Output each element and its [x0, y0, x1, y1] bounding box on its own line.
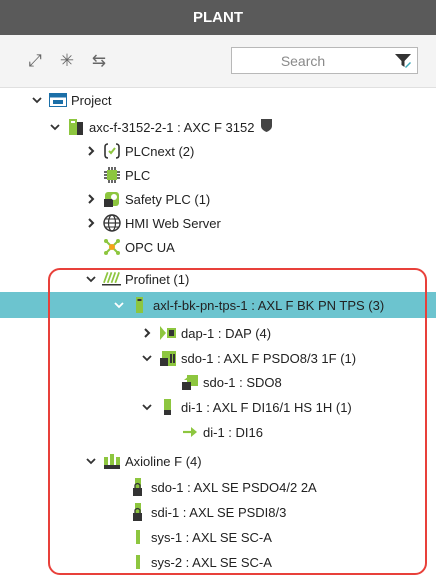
tree-item-label: HMI Web Server [125, 215, 221, 231]
tree-item-hmi[interactable]: HMI Web Server [84, 212, 221, 234]
tree-item-safety-plc[interactable]: Safety PLC (1) [84, 188, 210, 210]
chevron-down-icon[interactable] [48, 116, 62, 138]
chevron-right-icon[interactable] [84, 188, 98, 210]
tree-item-sdi-se[interactable]: sdi-1 : AXL SE PSDI8/3 [128, 501, 286, 523]
plcnext-icon [102, 142, 121, 161]
tree-item-sdo8[interactable]: sdo-1 : SDO8 [180, 371, 282, 393]
tree-item-label: sdi-1 : AXL SE PSDI8/3 [151, 504, 287, 520]
tree-item-sys2[interactable]: sys-2 : AXL SE SC-A [128, 551, 272, 573]
system-module-icon [128, 528, 147, 547]
tree-item-label: sys-2 : AXL SE SC-A [151, 554, 272, 570]
safety-lock-module-icon [128, 503, 147, 522]
arrow-right-icon [180, 423, 199, 442]
chevron-down-icon[interactable] [112, 294, 126, 316]
tree-item-label: Axioline F (4) [125, 453, 202, 469]
safety-plc-icon [102, 190, 121, 209]
tree-item-project[interactable]: Project [30, 89, 111, 111]
tree-item-label: sys-1 : AXL SE SC-A [151, 529, 272, 545]
system-module-icon [128, 553, 147, 572]
tree-item-label: PLC [125, 167, 151, 183]
safety-lock-module-icon [128, 478, 147, 497]
plc-chip-icon [102, 166, 121, 185]
opc-network-icon [102, 238, 121, 257]
dap-icon [158, 324, 177, 343]
tree-item-axioline[interactable]: Axioline F (4) [84, 450, 202, 472]
tree-item-label: Project [71, 92, 112, 108]
panel-header: PLANT [0, 0, 436, 35]
axioline-station-icon [102, 452, 121, 471]
chevron-down-icon[interactable] [84, 450, 98, 472]
toolbar: ⤢ ✳ ⇆ [0, 35, 436, 88]
tree-item-label: di-1 : DI16 [203, 424, 263, 440]
tree-item-label: dap-1 : DAP (4) [181, 325, 272, 341]
tree-item-plcnext[interactable]: PLCnext (2) [84, 140, 194, 162]
io-module-icon [158, 398, 177, 417]
search-input[interactable] [238, 50, 368, 71]
project-icon [48, 91, 67, 110]
controller-icon [66, 118, 85, 137]
profinet-icon [102, 270, 121, 289]
bus-coupler-icon [130, 296, 149, 315]
tree-item-dap[interactable]: dap-1 : DAP (4) [140, 322, 271, 344]
shield-icon [260, 118, 273, 136]
safety-module-icon [158, 349, 177, 368]
tree-item-sys1[interactable]: sys-1 : AXL SE SC-A [128, 526, 272, 548]
tree-item-di16[interactable]: di-1 : DI16 [180, 421, 263, 443]
swap-arrows-icon[interactable]: ⇆ [88, 52, 110, 70]
search-box[interactable] [231, 47, 418, 74]
tree-item-label: di-1 : AXL F DI16/1 HS 1H (1) [181, 399, 352, 415]
tree-item-label: Safety PLC (1) [125, 191, 211, 207]
tree-item-sdo-module[interactable]: sdo-1 : AXL F PSDO8/3 1F (1) [140, 347, 356, 369]
tree-item-di-module[interactable]: di-1 : AXL F DI16/1 HS 1H (1) [140, 396, 352, 418]
chevron-right-icon[interactable] [140, 322, 154, 344]
tree-item-opc-ua[interactable]: OPC UA [102, 236, 175, 258]
tree-item-label: axc-f-3152-2-1 : AXC F 3152 [89, 119, 255, 135]
tree-item-label: sdo-1 : SDO8 [203, 374, 282, 390]
tree-item-label: sdo-1 : AXL F PSDO8/3 1F (1) [181, 350, 357, 366]
tree-item-axc[interactable]: axc-f-3152-2-1 : AXC F 3152 [48, 116, 273, 138]
tree-item-sdo-se[interactable]: sdo-1 : AXL SE PSDO4/2 2A [128, 476, 317, 498]
tree-item-plc[interactable]: PLC [102, 164, 150, 186]
tree-item-label: sdo-1 : AXL SE PSDO4/2 2A [151, 479, 317, 495]
chevron-down-icon[interactable] [140, 396, 154, 418]
collapse-all-icon[interactable]: ✳ [56, 52, 78, 70]
chevron-right-icon[interactable] [84, 140, 98, 162]
tree-item-axl-bk[interactable]: axl-f-bk-pn-tps-1 : AXL F BK PN TPS (3) [112, 294, 384, 316]
chevron-down-icon[interactable] [140, 347, 154, 369]
globe-icon [102, 214, 121, 233]
panel-title: PLANT [193, 9, 243, 26]
safety-output-icon [180, 373, 199, 392]
filter-icon[interactable] [394, 52, 412, 70]
chevron-down-icon[interactable] [30, 89, 44, 111]
tree-item-label: Profinet (1) [125, 271, 190, 287]
expand-all-icon[interactable]: ⤢ [24, 52, 46, 70]
tree-item-profinet[interactable]: Profinet (1) [84, 268, 189, 290]
chevron-right-icon[interactable] [84, 212, 98, 234]
chevron-down-icon[interactable] [84, 268, 98, 290]
tree-item-label: axl-f-bk-pn-tps-1 : AXL F BK PN TPS (3) [153, 297, 385, 313]
tree-item-label: PLCnext (2) [125, 143, 195, 159]
tree-item-label: OPC UA [125, 239, 175, 255]
